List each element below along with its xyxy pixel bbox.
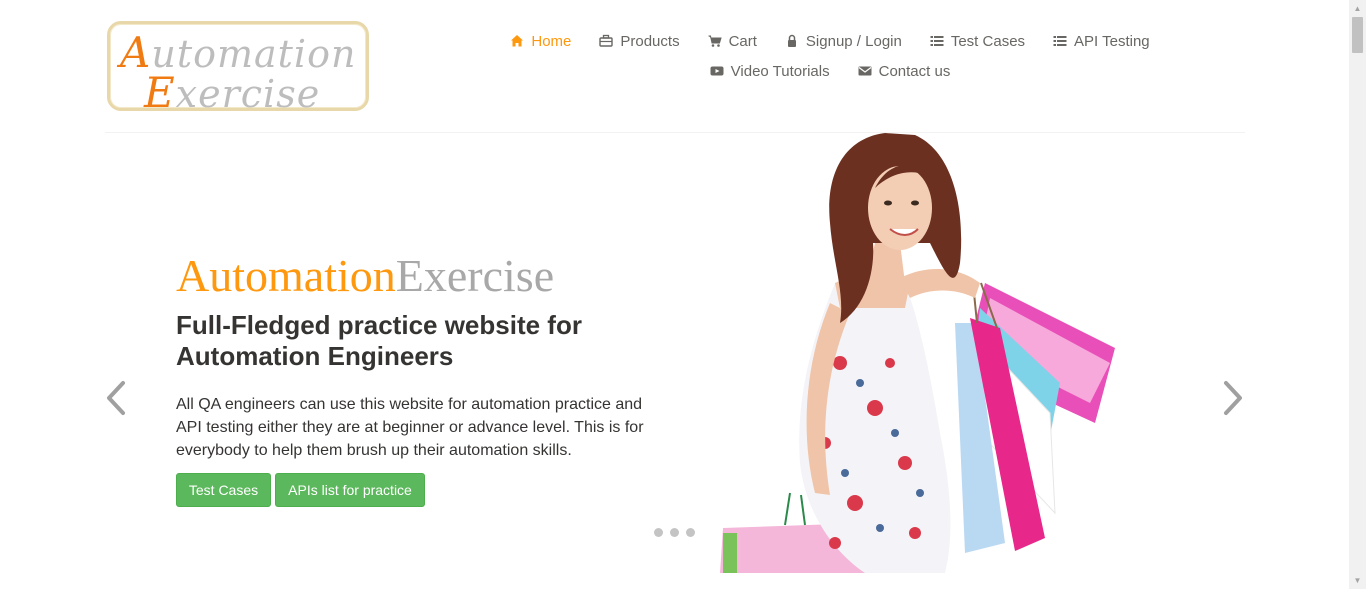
chevron-right-icon	[1224, 381, 1242, 415]
scroll-up-arrow-icon[interactable]: ▲	[1349, 0, 1366, 17]
page: Automation Exercise Home Products Cart S…	[0, 0, 1366, 589]
home-icon	[511, 35, 524, 47]
hero-shopping-girl-image	[720, 133, 1115, 573]
logo-line-2: Exercise	[144, 68, 321, 117]
cart-icon	[708, 35, 722, 47]
nav-item-home[interactable]: Home	[496, 33, 585, 50]
nav-item-video-tutorials[interactable]: Video Tutorials	[696, 63, 844, 80]
list-icon	[930, 36, 944, 46]
nav-label-test-cases: Test Cases	[950, 32, 1026, 50]
hero-headline: Full-Fledged practice website for Automa…	[176, 310, 582, 371]
lock-icon	[787, 34, 796, 47]
site-logo[interactable]: Automation Exercise	[107, 21, 369, 117]
carousel-indicator[interactable]	[670, 528, 679, 537]
nav-label-contact-us: Contact us	[878, 62, 951, 80]
nav-label-signup-login: Signup / Login	[805, 32, 902, 50]
youtube-icon	[710, 66, 724, 76]
hero-brand-title: AutomationExercise	[176, 250, 555, 301]
nav-label-home: Home	[531, 32, 572, 50]
products-icon	[599, 34, 614, 47]
carousel-indicators	[654, 528, 695, 537]
nav-item-api-testing[interactable]: API Testing	[1039, 33, 1164, 50]
carousel-indicator[interactable]	[686, 528, 695, 537]
scrollbar-thumb[interactable]	[1352, 17, 1363, 53]
nav-item-test-cases[interactable]: Test Cases	[916, 33, 1039, 50]
carousel-next-button[interactable]	[1221, 380, 1245, 416]
nav-label-video-tutorials: Video Tutorials	[730, 62, 830, 80]
carousel-indicator[interactable]	[654, 528, 663, 537]
scroll-down-arrow-icon[interactable]: ▼	[1349, 572, 1366, 589]
nav-row-1: Home Products Cart Signup / Login Test C…	[500, 26, 1160, 56]
nav-item-products[interactable]: Products	[585, 33, 693, 50]
vertical-scrollbar[interactable]: ▲ ▼	[1349, 0, 1366, 589]
nav-label-api-testing: API Testing	[1074, 32, 1150, 50]
nav-item-contact-us[interactable]: Contact us	[844, 63, 965, 80]
nav-item-signup-login[interactable]: Signup / Login	[771, 33, 916, 50]
apis-list-button[interactable]: APIs list for practice	[275, 473, 425, 507]
nav-label-cart: Cart	[728, 32, 757, 50]
hero-description: All QA engineers can use this website fo…	[176, 396, 644, 459]
test-cases-button[interactable]: Test Cases	[176, 473, 271, 507]
nav-item-cart[interactable]: Cart	[694, 33, 771, 50]
carousel-prev-button[interactable]	[104, 380, 128, 416]
main-navigation: Home Products Cart Signup / Login Test C…	[500, 26, 1160, 86]
nav-label-products: Products	[620, 32, 680, 50]
chevron-left-icon	[107, 381, 125, 415]
envelope-icon	[858, 66, 872, 76]
list-icon	[1053, 36, 1067, 46]
nav-row-2: Video Tutorials Contact us	[500, 56, 1160, 86]
